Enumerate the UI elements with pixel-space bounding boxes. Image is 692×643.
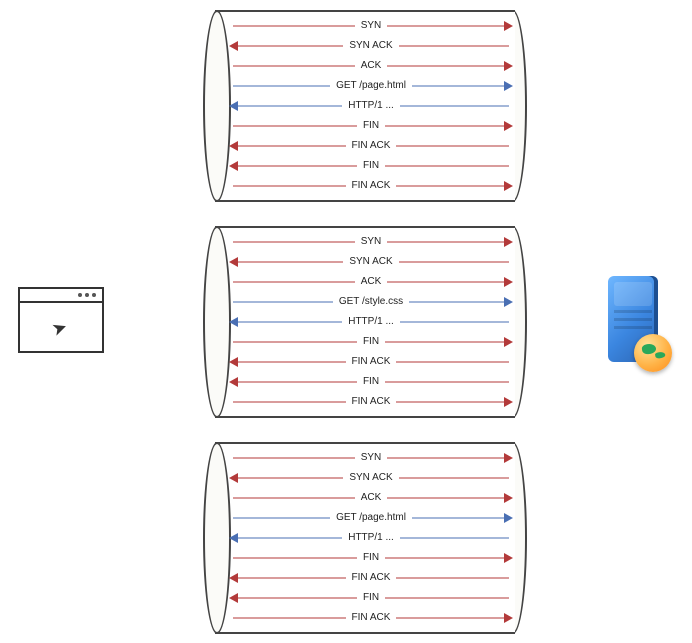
cursor-icon: ➤ xyxy=(49,317,69,339)
msg-fin: FIN xyxy=(227,335,515,349)
diagram-stage: ➤ SYN SYN ACK ACK GET /page.html HTTP/1 … xyxy=(0,0,692,643)
msg-ack: ACK xyxy=(227,491,515,505)
msg-http-get: GET /page.html xyxy=(227,79,515,93)
msg-fin-ack: FIN ACK xyxy=(227,571,515,585)
client-browser-icon: ➤ xyxy=(18,287,104,353)
message-list: SYN SYN ACK ACK GET /style.css HTTP/1 ..… xyxy=(227,226,515,418)
connection-cylinder: SYN SYN ACK ACK GET /page.html HTTP/1 ..… xyxy=(215,442,515,634)
window-dot-icon xyxy=(78,293,82,297)
message-list: SYN SYN ACK ACK GET /page.html HTTP/1 ..… xyxy=(227,10,515,202)
msg-fin: FIN xyxy=(227,159,515,173)
msg-fin: FIN xyxy=(227,591,515,605)
msg-fin: FIN xyxy=(227,375,515,389)
msg-http-resp: HTTP/1 ... xyxy=(227,531,515,545)
msg-syn: SYN xyxy=(227,235,515,249)
globe-icon xyxy=(634,334,672,372)
msg-syn-ack: SYN ACK xyxy=(227,39,515,53)
browser-titlebar xyxy=(20,289,102,303)
msg-fin-ack: FIN ACK xyxy=(227,139,515,153)
msg-ack: ACK xyxy=(227,275,515,289)
connection-cylinder: SYN SYN ACK ACK GET /style.css HTTP/1 ..… xyxy=(215,226,515,418)
msg-syn-ack: SYN ACK xyxy=(227,471,515,485)
msg-fin-ack: FIN ACK xyxy=(227,179,515,193)
window-dot-icon xyxy=(85,293,89,297)
msg-fin: FIN xyxy=(227,551,515,565)
msg-ack: ACK xyxy=(227,59,515,73)
msg-http-resp: HTTP/1 ... xyxy=(227,99,515,113)
msg-syn: SYN xyxy=(227,451,515,465)
window-dot-icon xyxy=(92,293,96,297)
msg-http-get: GET /style.css xyxy=(227,295,515,309)
msg-syn: SYN xyxy=(227,19,515,33)
msg-fin-ack: FIN ACK xyxy=(227,611,515,625)
msg-http-get: GET /page.html xyxy=(227,511,515,525)
msg-fin-ack: FIN ACK xyxy=(227,355,515,369)
msg-http-resp: HTTP/1 ... xyxy=(227,315,515,329)
msg-fin-ack: FIN ACK xyxy=(227,395,515,409)
msg-fin: FIN xyxy=(227,119,515,133)
message-list: SYN SYN ACK ACK GET /page.html HTTP/1 ..… xyxy=(227,442,515,634)
connection-cylinder: SYN SYN ACK ACK GET /page.html HTTP/1 ..… xyxy=(215,10,515,202)
msg-syn-ack: SYN ACK xyxy=(227,255,515,269)
